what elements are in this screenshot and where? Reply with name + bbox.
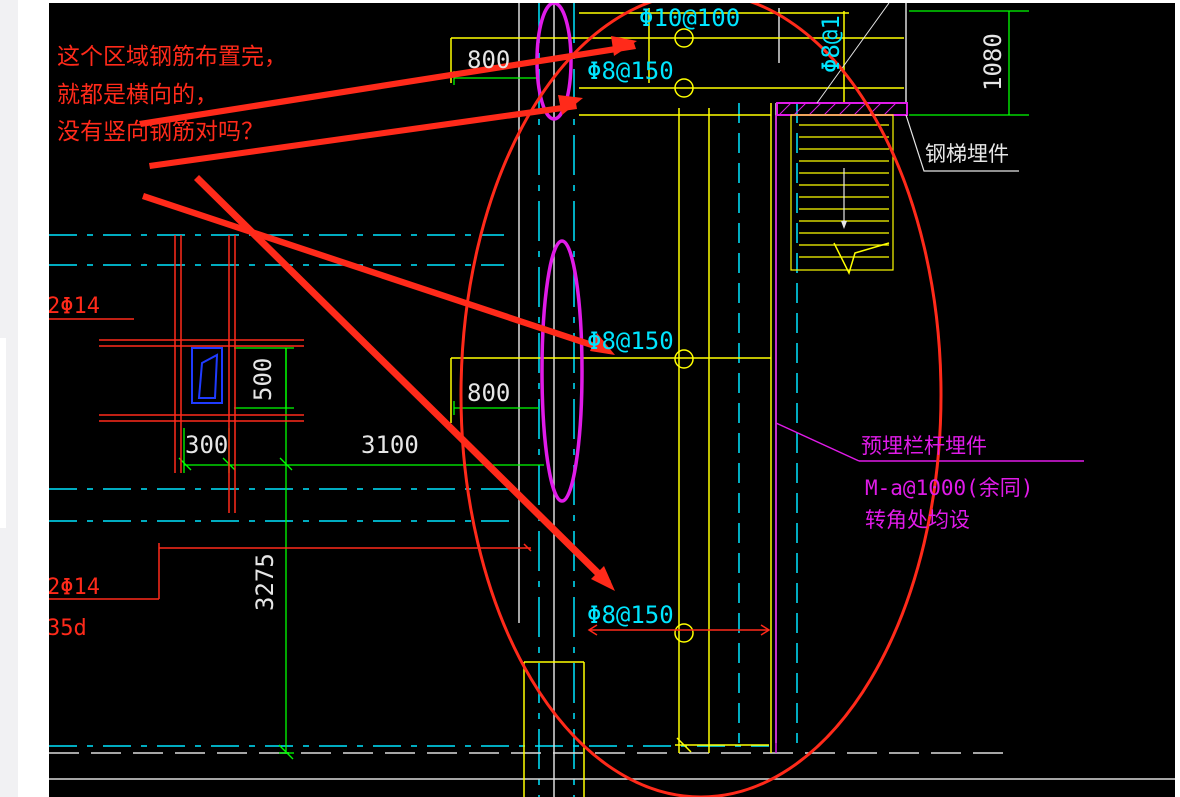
annotation-line-1: 这个区域钢筋布置完， — [57, 44, 287, 70]
dim-1080: 1080 — [979, 33, 1007, 91]
red-rebar-left — [49, 235, 532, 600]
dim-300: 300 — [185, 431, 228, 459]
railing-text: 预埋栏杆埋件 M-a@1000(余同) 转角处均设 — [861, 434, 1033, 532]
dim-3275: 3275 — [251, 553, 279, 611]
rebar-labels: Φ10@100 Φ8@150 Φ8@150 Φ8@150 Φ8@1 — [587, 4, 845, 629]
blue-window — [191, 347, 223, 404]
rebar-label-1: Φ8@150 — [587, 57, 674, 85]
left-rebar-text: 2Φ14 2Φ14 35d — [49, 294, 100, 641]
dim-800-mid: 800 — [467, 379, 510, 407]
cad-drawing: 这个区域钢筋布置完， 就都是横向的， 没有竖向钢筋对吗？ Φ10@100 Φ8@… — [49, 3, 1175, 797]
annotation-text: 这个区域钢筋布置完， 就都是横向的， 没有竖向钢筋对吗？ — [57, 44, 287, 145]
rebar-left-2: 2Φ14 — [49, 575, 100, 600]
rail-title: 预埋栏杆埋件 — [861, 434, 987, 458]
rebar-label-3: Φ8@150 — [587, 601, 674, 629]
rebar-label-vertical: Φ8@1 — [817, 15, 845, 73]
rebar-left-1: 2Φ14 — [49, 294, 100, 319]
annotation-line-2: 就都是横向的， — [57, 82, 218, 108]
rebar-left-3: 35d — [49, 616, 87, 641]
dim-800-top: 800 — [467, 46, 510, 74]
rail-note: 转角处均设 — [865, 508, 970, 532]
dim-3100: 3100 — [361, 431, 419, 459]
rebar-label-top: Φ10@100 — [639, 4, 740, 32]
rail-spec: M-a@1000(余同) — [865, 476, 1033, 500]
rebar-label-2: Φ8@150 — [587, 327, 674, 355]
stair-embed-label: 钢梯埋件 — [925, 142, 1009, 166]
dim-500: 500 — [249, 358, 277, 401]
annotation-line-3: 没有竖向钢筋对吗？ — [57, 119, 264, 145]
left-tab — [0, 338, 6, 528]
cad-drawing-canvas[interactable]: 这个区域钢筋布置完， 就都是横向的， 没有竖向钢筋对吗？ Φ10@100 Φ8@… — [49, 3, 1175, 797]
red-annotation-marks — [459, 3, 943, 797]
dimension-lines — [178, 10, 1029, 760]
